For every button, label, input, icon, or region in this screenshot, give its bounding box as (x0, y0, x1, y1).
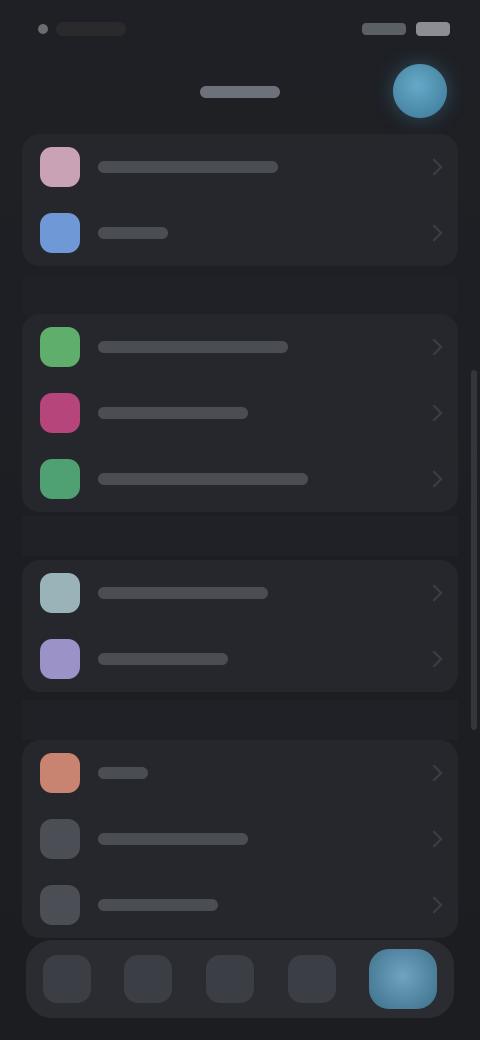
battery-icon (416, 22, 450, 36)
status-right (362, 18, 450, 40)
avatar[interactable] (393, 64, 447, 118)
signal-icon (362, 23, 406, 35)
list-item[interactable] (22, 740, 458, 806)
list-item[interactable] (22, 380, 458, 446)
chevron-right-icon (425, 224, 443, 242)
settings-group-2 (22, 314, 458, 512)
settings-group-4 (22, 740, 458, 938)
list-item[interactable] (22, 560, 458, 626)
chevron-right-icon (425, 470, 443, 488)
row-label-blur (98, 899, 218, 911)
status-dot-icon (38, 24, 48, 34)
list-item[interactable] (22, 872, 458, 938)
gear-icon (40, 753, 80, 793)
chevron-right-icon (425, 896, 443, 914)
list-item[interactable] (22, 446, 458, 512)
notifications-icon (40, 327, 80, 367)
wallpaper-icon (40, 639, 80, 679)
row-label-blur (98, 341, 288, 353)
row-label-blur (98, 161, 278, 173)
heart-icon (40, 393, 80, 433)
settings-screen (0, 0, 480, 1040)
chevron-right-icon (425, 830, 443, 848)
security-icon (40, 459, 80, 499)
list-item[interactable] (22, 626, 458, 692)
divider (22, 276, 458, 316)
chevron-right-icon (425, 584, 443, 602)
row-label-blur (98, 653, 228, 665)
row-label-blur (98, 473, 308, 485)
chat-icon[interactable] (287, 955, 336, 1003)
row-label-blur (98, 587, 268, 599)
row-label-blur (98, 407, 248, 419)
status-bar (0, 0, 480, 56)
status-time (56, 22, 126, 36)
divider (22, 516, 458, 556)
search-icon[interactable] (124, 955, 173, 1003)
home-icon[interactable] (42, 955, 91, 1003)
row-label-blur (98, 833, 248, 845)
list-item[interactable] (22, 200, 458, 266)
settings-group-3 (22, 560, 458, 692)
divider (22, 700, 458, 740)
bottom-dock (26, 940, 454, 1018)
help-icon (40, 885, 80, 925)
page-title (180, 82, 300, 102)
scrollbar[interactable] (471, 370, 477, 730)
list-item[interactable] (22, 806, 458, 872)
chevron-right-icon (425, 650, 443, 668)
chevron-right-icon (425, 338, 443, 356)
library-icon[interactable] (205, 955, 254, 1003)
chevron-right-icon (425, 404, 443, 422)
chevron-right-icon (425, 764, 443, 782)
profile-icon (40, 147, 80, 187)
cloud-icon (40, 213, 80, 253)
settings-icon[interactable] (369, 949, 438, 1009)
settings-group-1 (22, 134, 458, 266)
chevron-right-icon (425, 158, 443, 176)
info-icon (40, 819, 80, 859)
row-label-blur (98, 767, 148, 779)
display-icon (40, 573, 80, 613)
list-item[interactable] (22, 314, 458, 380)
status-left (38, 18, 126, 40)
list-item[interactable] (22, 134, 458, 200)
row-label-blur (98, 227, 168, 239)
